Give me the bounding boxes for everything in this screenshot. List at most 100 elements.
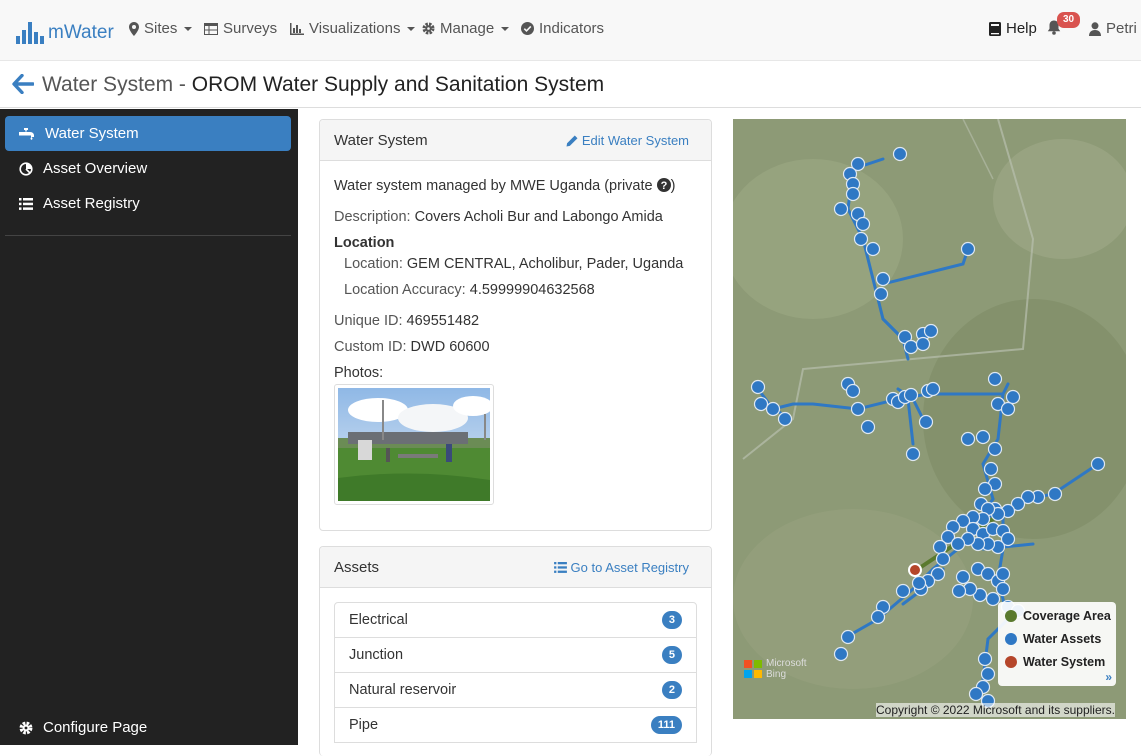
water-asset-marker[interactable] <box>923 323 939 339</box>
sidebar-item-asset-overview[interactable]: Asset Overview <box>5 151 291 186</box>
nav-user-menu[interactable]: Petri <box>1089 20 1141 37</box>
water-asset-marker[interactable] <box>995 581 1011 597</box>
water-asset-marker[interactable] <box>855 216 871 232</box>
edit-water-system-link[interactable]: Edit Water System <box>566 133 689 148</box>
water-asset-marker[interactable] <box>865 241 881 257</box>
water-asset-marker[interactable] <box>895 583 911 599</box>
nav-sites[interactable]: Sites <box>129 20 193 37</box>
bing-attribution: Microsoft Bing <box>744 658 807 680</box>
water-asset-marker[interactable] <box>975 429 991 445</box>
check-circle-icon <box>521 22 534 35</box>
water-asset-marker[interactable] <box>980 666 996 682</box>
logo-bars-icon <box>16 22 44 44</box>
attribution-line2: Bing <box>766 669 787 680</box>
nav-surveys[interactable]: Surveys <box>204 20 277 37</box>
location-heading: Location <box>334 235 395 251</box>
list-item[interactable]: Junction 5 <box>334 637 697 673</box>
nav-help-label: Help <box>1006 20 1037 37</box>
nav-sites-label: Sites <box>144 20 178 37</box>
water-asset-marker[interactable] <box>1090 456 1106 472</box>
faucet-icon <box>19 127 35 140</box>
nav-indicators[interactable]: Indicators <box>521 20 604 37</box>
water-asset-marker[interactable] <box>977 651 993 667</box>
water-asset-marker[interactable] <box>915 336 931 352</box>
legend-expand-icon[interactable]: » <box>1105 670 1112 684</box>
water-asset-marker[interactable] <box>950 536 966 552</box>
user-icon <box>1089 21 1101 36</box>
question-circle-icon[interactable]: ? <box>656 178 671 192</box>
water-asset-marker[interactable] <box>845 383 861 399</box>
water-asset-marker[interactable] <box>750 379 766 395</box>
water-asset-marker[interactable] <box>935 551 951 567</box>
chevron-down-icon <box>501 26 510 31</box>
sidebar-item-label: Asset Registry <box>43 195 140 212</box>
water-asset-marker[interactable] <box>833 646 849 662</box>
panel-title: Water System <box>334 132 428 149</box>
water-asset-marker[interactable] <box>870 609 886 625</box>
water-asset-marker[interactable] <box>960 241 976 257</box>
water-asset-marker[interactable] <box>892 146 908 162</box>
water-asset-marker[interactable] <box>951 583 967 599</box>
water-asset-marker[interactable] <box>987 441 1003 457</box>
water-asset-marker[interactable] <box>860 419 876 435</box>
brand-logo[interactable]: mWater <box>16 14 114 44</box>
water-asset-marker[interactable] <box>905 446 921 462</box>
list-item[interactable]: Natural reservoir 2 <box>334 672 697 708</box>
water-asset-marker[interactable] <box>777 411 793 427</box>
water-asset-marker[interactable] <box>932 539 948 555</box>
water-asset-marker[interactable] <box>1005 389 1021 405</box>
water-asset-marker[interactable] <box>765 401 781 417</box>
water-asset-marker[interactable] <box>968 686 984 702</box>
water-asset-marker[interactable] <box>853 231 869 247</box>
nav-visualizations[interactable]: Visualizations <box>290 20 416 37</box>
water-system-marker[interactable] <box>908 563 922 577</box>
location-label: Location: <box>344 256 403 272</box>
back-arrow-icon[interactable] <box>12 73 35 95</box>
chart-pie-icon <box>19 161 33 176</box>
water-asset-marker[interactable] <box>977 481 993 497</box>
sidebar-item-label: Water System <box>45 125 139 142</box>
asset-type-label: Electrical <box>349 612 408 628</box>
location-accuracy-field: Location Accuracy: 4.59999904632568 <box>344 282 595 298</box>
map-copyright: Copyright © 2022 Microsoft and its suppl… <box>876 703 1115 717</box>
water-asset-marker[interactable] <box>903 339 919 355</box>
chevron-down-icon <box>407 26 416 31</box>
water-asset-marker[interactable] <box>850 401 866 417</box>
water-asset-marker[interactable] <box>960 431 976 447</box>
water-asset-marker[interactable] <box>995 566 1011 582</box>
nav-visualizations-label: Visualizations <box>309 20 401 37</box>
location-accuracy-label: Location Accuracy: <box>344 282 466 298</box>
water-system-photo[interactable] <box>334 384 494 505</box>
water-asset-marker[interactable] <box>918 414 934 430</box>
custom-id-label: Custom ID: <box>334 339 407 355</box>
water-asset-marker[interactable] <box>983 461 999 477</box>
water-asset-marker[interactable] <box>911 575 927 591</box>
water-asset-marker[interactable] <box>903 387 919 403</box>
water-asset-marker[interactable] <box>1047 486 1063 502</box>
user-name: Petri <box>1106 20 1137 37</box>
water-asset-marker[interactable] <box>753 396 769 412</box>
asset-count-badge: 111 <box>650 716 682 734</box>
configure-page-button[interactable]: Configure Page <box>5 710 291 745</box>
water-asset-marker[interactable] <box>987 371 1003 387</box>
sidebar-item-water-system[interactable]: Water System <box>5 116 291 151</box>
list-item[interactable]: Electrical 3 <box>334 602 697 638</box>
water-asset-marker[interactable] <box>845 186 861 202</box>
water-asset-marker[interactable] <box>1000 401 1016 417</box>
water-asset-marker[interactable] <box>873 286 889 302</box>
description-value: Covers Acholi Bur and Labongo Amida <box>414 209 663 225</box>
water-asset-marker[interactable] <box>833 201 849 217</box>
nav-manage[interactable]: Manage <box>422 20 510 37</box>
notification-count-badge: 30 <box>1057 12 1081 28</box>
map-legend: Coverage Area Water Assets Water System … <box>998 602 1116 686</box>
water-asset-marker[interactable] <box>925 381 941 397</box>
list-item[interactable]: Pipe 111 <box>334 707 697 743</box>
go-to-asset-registry-link[interactable]: Go to Asset Registry <box>553 560 689 575</box>
nav-help[interactable]: Help <box>989 20 1037 37</box>
water-asset-marker[interactable] <box>955 569 971 585</box>
location-field: Location: GEM CENTRAL, Acholibur, Pader,… <box>344 256 683 272</box>
sidebar-item-asset-registry[interactable]: Asset Registry <box>5 186 291 221</box>
water-asset-marker[interactable] <box>840 629 856 645</box>
water-asset-marker[interactable] <box>875 271 891 287</box>
pencil-icon <box>566 135 578 147</box>
